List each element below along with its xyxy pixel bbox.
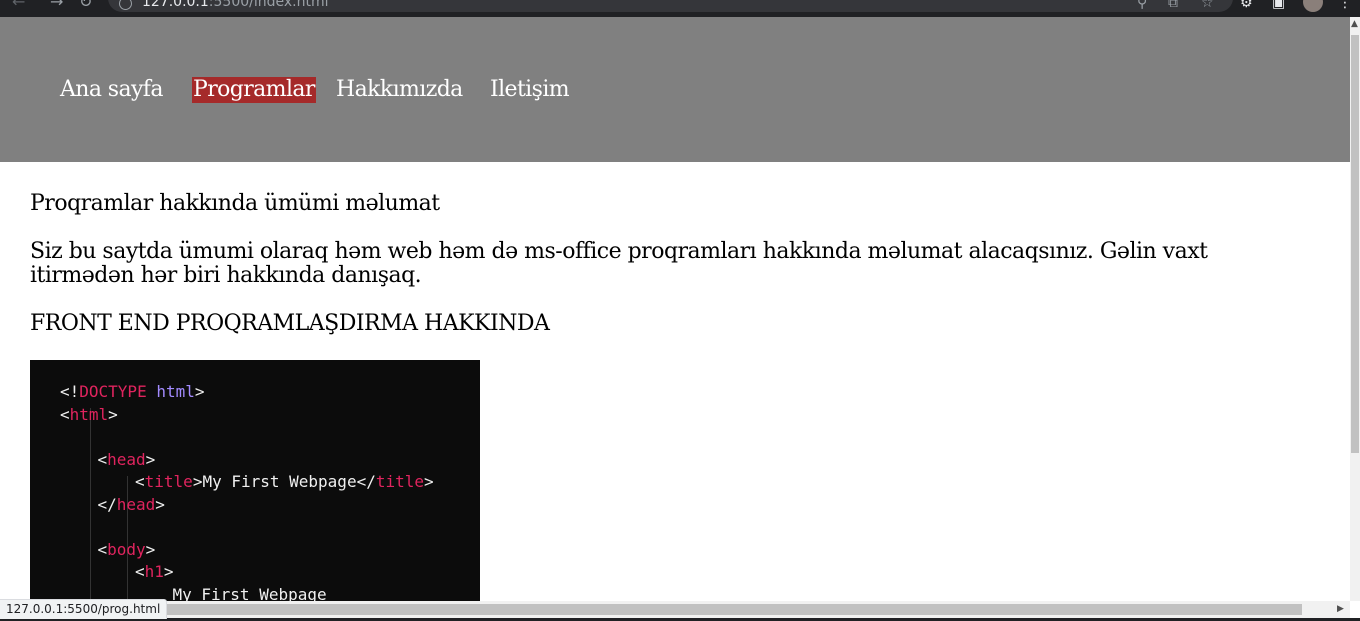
scroll-right-icon[interactable]: ▶ [1337,604,1344,614]
vertical-scrollbar[interactable]: ▲ [1350,17,1360,601]
intro-paragraph: Siz bu saytda ümumi olaraq həm web həm d… [30,239,1208,288]
scroll-up-icon[interactable]: ▲ [1351,19,1358,29]
nav-item-hakkimizda[interactable]: Hakkımızda [336,77,463,103]
reload-icon[interactable]: ↻ [79,0,92,10]
code-line: </head> [97,494,165,514]
share-icon[interactable]: ⧉ [1168,0,1178,11]
main-nav: Ana sayfa Programlar Hakkımızda Iletişim [0,17,1350,162]
nav-item-programlar[interactable]: Programlar [192,77,316,103]
nav-item-ana-sayfa[interactable]: Ana sayfa [60,77,163,103]
intro-heading: Proqramlar hakkında ümümi məlumat [30,191,440,216]
code-line: <body> [97,539,156,559]
back-icon[interactable]: ← [12,0,25,10]
indent-guide [90,408,91,605]
site-header: Ana sayfa Programlar Hakkımızda Iletişim [0,17,1350,162]
code-line: <!DOCTYPE html> [60,382,205,401]
bookmark-star-icon[interactable]: ☆ [1201,0,1214,11]
frontend-heading: FRONT END PROQRAMLAŞDIRMA HAKKINDA [30,311,550,336]
vertical-scroll-thumb[interactable] [1351,35,1359,453]
address-url[interactable]: 127.0.0.1:5500/index.html [142,0,329,10]
sidebar-icon[interactable]: ▣ [1272,0,1285,11]
forward-icon[interactable]: → [50,0,63,10]
code-line: <head> [97,449,156,469]
zoom-icon[interactable]: ⚲ [1137,0,1147,11]
status-link-preview: 127.0.0.1:5500/prog.html [0,599,168,619]
browser-toolbar: ← → ↻ 127.0.0.1:5500/index.html ⚲ ⧉ ☆ ⚙ … [0,0,1360,17]
code-line: <title>My First Webpage</title> [135,472,434,491]
address-bar[interactable]: 127.0.0.1:5500/index.html [108,0,1233,12]
menu-icon[interactable]: ⋮ [1338,0,1352,11]
code-line: <html> [60,404,118,424]
horizontal-scroll-thumb[interactable] [142,604,1302,615]
html-code-image: <!DOCTYPE html> <html> <head> <title>My Fir… [30,360,480,605]
extensions-icon[interactable]: ⚙ [1240,0,1253,11]
nav-item-iletisim[interactable]: Iletişim [490,77,570,103]
info-icon[interactable] [119,0,132,10]
horizontal-scrollbar[interactable]: ▶ [0,601,1350,618]
profile-avatar[interactable] [1303,0,1323,12]
code-line: <h1> [135,562,174,581]
